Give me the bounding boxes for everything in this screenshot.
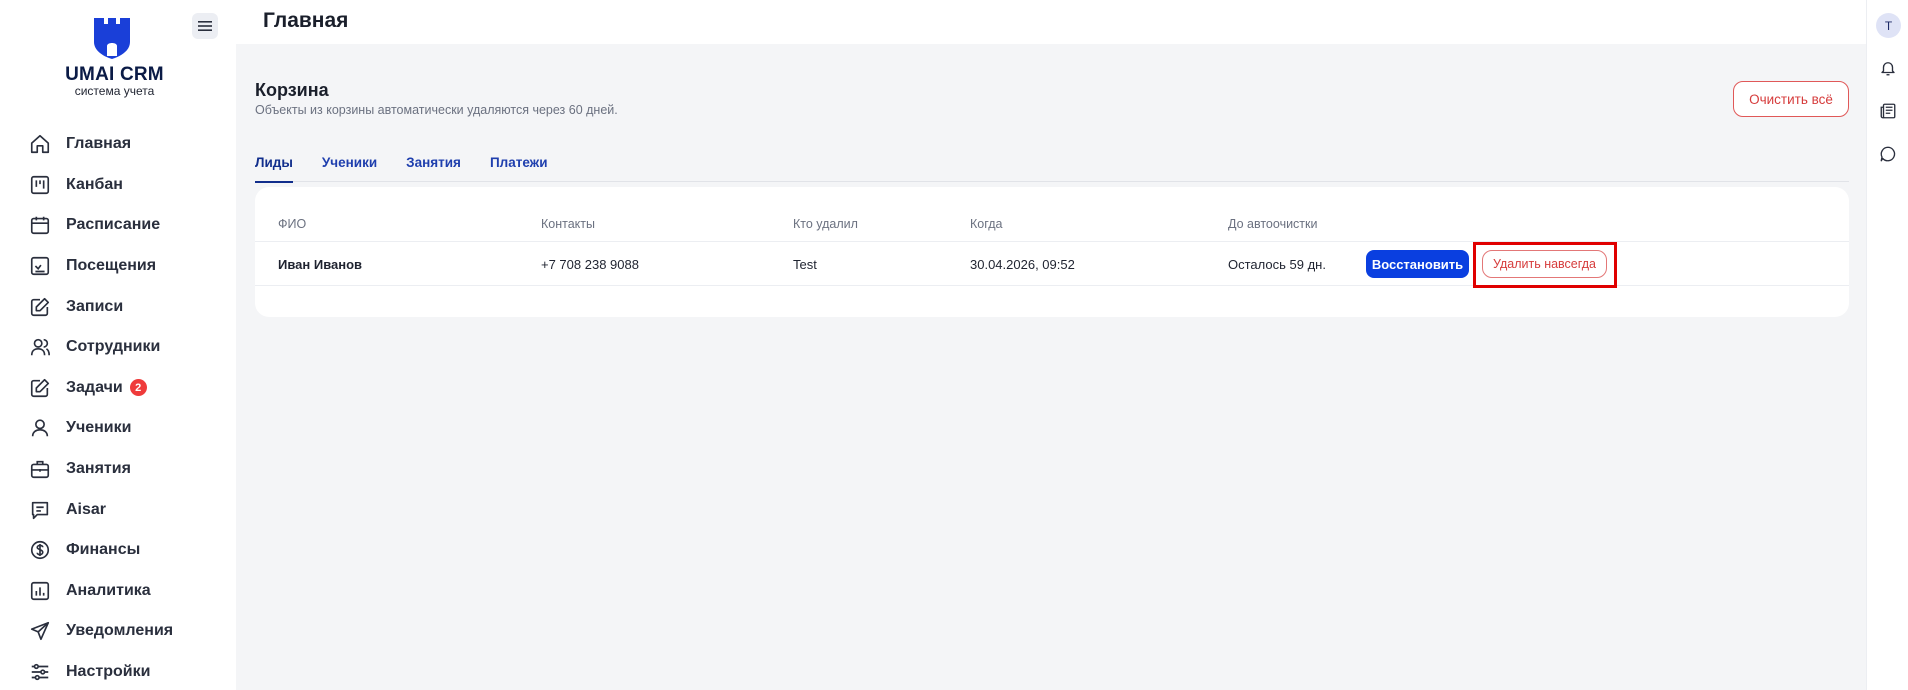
sidebar-item-label: Главная xyxy=(66,135,132,153)
sidebar-item-label: Расписание xyxy=(66,216,161,234)
send-icon xyxy=(28,619,52,643)
message-icon[interactable] xyxy=(1878,144,1898,164)
tab-lessons[interactable]: Занятия xyxy=(406,154,461,182)
sidebar-item-schedule[interactable]: Расписание xyxy=(0,205,236,246)
sidebar-item-tasks[interactable]: Задачи 2 xyxy=(0,368,236,409)
sidebar-item-notifications[interactable]: Уведомления xyxy=(0,611,236,652)
sidebar-item-label: Аналитика xyxy=(66,581,151,599)
sidebar-item-label: Уведомления xyxy=(66,622,174,640)
sidebar-item-label: Ученики xyxy=(66,419,132,437)
dollar-icon xyxy=(28,538,52,562)
attendance-icon xyxy=(28,254,52,278)
row-name: Иван Иванов xyxy=(278,257,363,272)
chat-icon xyxy=(28,498,52,522)
delete-forever-button[interactable]: Удалить навсегда xyxy=(1482,250,1607,278)
right-rail: Т xyxy=(1866,0,1908,690)
sidebar-item-lessons[interactable]: Занятия xyxy=(0,449,236,490)
brand-subtitle: система учета xyxy=(74,84,155,98)
analytics-icon xyxy=(28,579,52,603)
sidebar-item-label: Задачи xyxy=(66,378,123,396)
column-contacts: Контакты xyxy=(541,217,595,231)
sidebar: UMAI CRM система учета Главная Канбан Ра… xyxy=(0,0,236,690)
sidebar-item-finance[interactable]: Финансы xyxy=(0,530,236,571)
briefcase-icon xyxy=(28,457,52,481)
hamburger-icon xyxy=(198,21,212,31)
bell-icon[interactable] xyxy=(1878,58,1898,78)
sidebar-item-label: Настройки xyxy=(66,663,151,681)
home-icon xyxy=(28,132,52,156)
tasks-count-badge: 2 xyxy=(129,379,147,397)
restore-button[interactable]: Восстановить xyxy=(1366,250,1469,278)
sidebar-item-attendance[interactable]: Посещения xyxy=(0,246,236,287)
column-name: ФИО xyxy=(278,217,307,231)
staff-icon xyxy=(28,335,52,359)
edit-icon xyxy=(28,295,52,319)
sidebar-item-staff[interactable]: Сотрудники xyxy=(0,327,236,368)
sidebar-item-label: Записи xyxy=(66,297,124,315)
column-deleted-by: Кто удалил xyxy=(793,217,858,231)
sidebar-item-analytics[interactable]: Аналитика xyxy=(0,571,236,612)
user-icon xyxy=(28,416,52,440)
sidebar-item-kanban[interactable]: Канбан xyxy=(0,165,236,206)
sidebar-item-label: Занятия xyxy=(66,460,131,478)
table-header: ФИО Контакты Кто удалил Когда До автоочи… xyxy=(255,217,1849,242)
table-row: Иван Иванов +7 708 238 9088 Test 30.04.2… xyxy=(255,242,1849,288)
sidebar-item-label: Aisar xyxy=(66,500,107,518)
menu-toggle-button[interactable] xyxy=(192,13,218,39)
umai-logo-icon xyxy=(92,16,132,60)
sidebar-item-records[interactable]: Записи xyxy=(0,286,236,327)
sidebar-item-label: Канбан xyxy=(66,175,123,193)
column-until-cleanup: До автоочистки xyxy=(1228,217,1318,231)
column-when: Когда xyxy=(970,217,1003,231)
main-content: Корзина Объекты из корзины автоматически… xyxy=(236,44,1866,690)
sidebar-nav: Главная Канбан Расписание Посещения Запи… xyxy=(0,124,236,690)
avatar[interactable]: Т xyxy=(1876,13,1901,38)
kanban-icon xyxy=(28,173,52,197)
tasks-icon xyxy=(28,376,52,400)
tab-leads[interactable]: Лиды xyxy=(255,154,293,183)
sidebar-item-label: Финансы xyxy=(66,541,141,559)
row-when: 30.04.2026, 09:52 xyxy=(970,257,1075,272)
row-until-cleanup: Осталось 59 дн. xyxy=(1228,257,1326,272)
trash-tabs: Лиды Ученики Занятия Платежи xyxy=(255,154,1849,183)
page-title: Главная xyxy=(263,9,349,32)
settings-icon xyxy=(28,660,52,684)
news-icon[interactable] xyxy=(1878,101,1898,121)
trash-title: Корзина xyxy=(255,80,329,100)
sidebar-item-students[interactable]: Ученики xyxy=(0,408,236,449)
tab-students[interactable]: Ученики xyxy=(322,154,377,182)
sidebar-item-home[interactable]: Главная xyxy=(0,124,236,165)
brand-name: UMAI CRM xyxy=(65,64,164,85)
sidebar-item-settings[interactable]: Настройки xyxy=(0,652,236,690)
calendar-icon xyxy=(28,213,52,237)
row-contacts: +7 708 238 9088 xyxy=(541,257,639,272)
sidebar-item-label: Посещения xyxy=(66,257,157,275)
top-header: Главная xyxy=(236,0,1866,44)
sidebar-item-aisar[interactable]: Aisar xyxy=(0,489,236,530)
trash-table-card: ФИО Контакты Кто удалил Когда До автоочи… xyxy=(255,187,1849,317)
row-deleted-by: Test xyxy=(793,257,817,272)
tab-payments[interactable]: Платежи xyxy=(490,154,548,182)
trash-description: Объекты из корзины автоматически удаляют… xyxy=(255,103,618,117)
clear-all-button[interactable]: Очистить всё xyxy=(1733,81,1849,117)
sidebar-item-label: Сотрудники xyxy=(66,338,161,356)
